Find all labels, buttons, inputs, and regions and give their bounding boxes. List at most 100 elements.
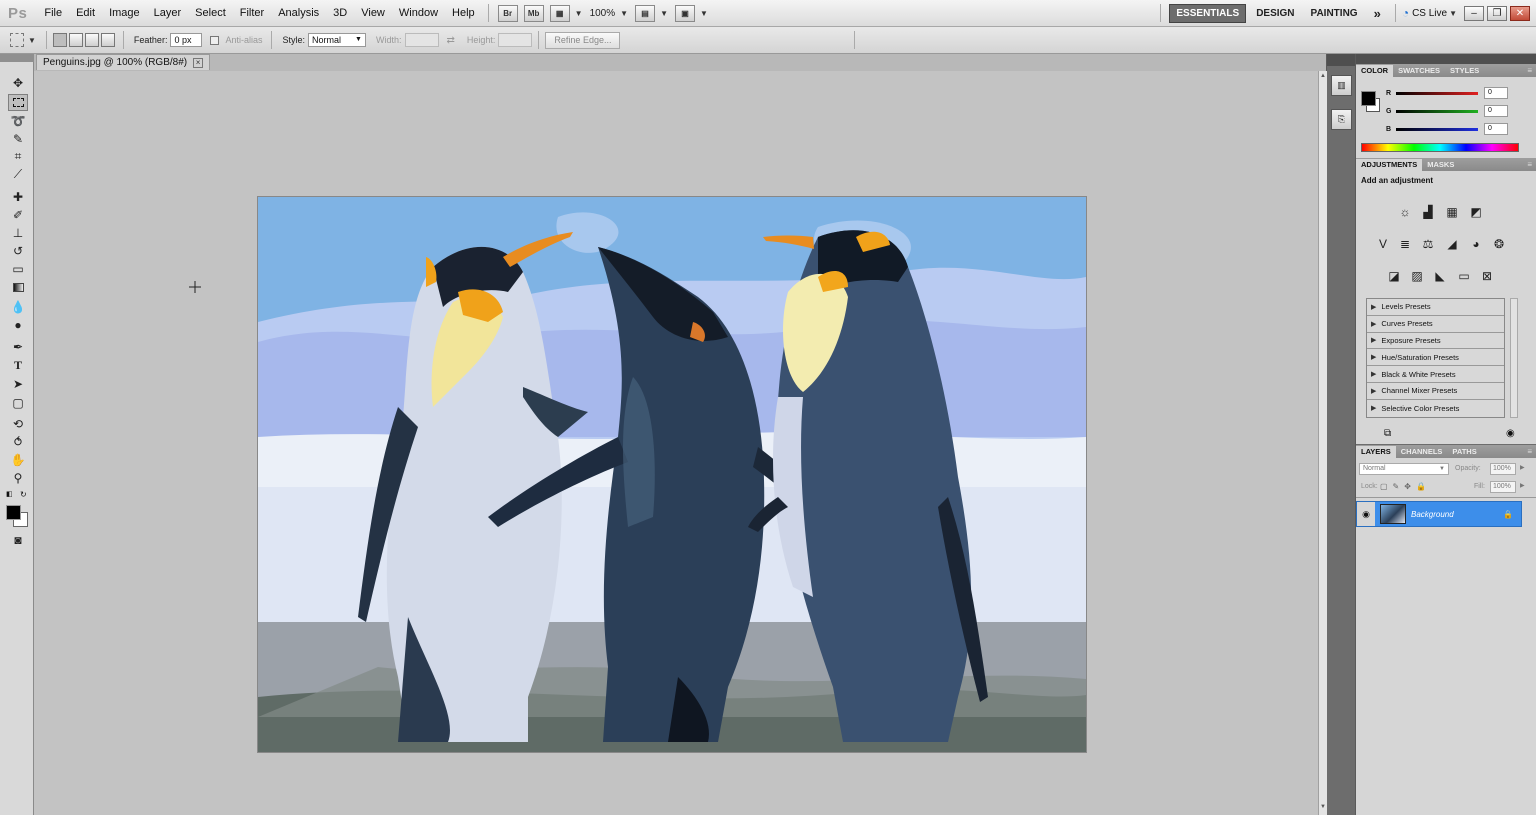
intersect-selection-icon[interactable] (100, 33, 115, 47)
menu-filter[interactable]: Filter (233, 0, 271, 27)
hand-tool-icon[interactable]: ✋ (8, 451, 28, 468)
blend-mode-select[interactable]: Normal ▼ (1359, 463, 1449, 475)
quick-mask-icon[interactable]: ◙ (8, 531, 28, 548)
chevron-down-icon[interactable]: ▼ (700, 9, 708, 18)
eyedropper-tool-icon[interactable]: ⟋ (8, 166, 28, 183)
vibrance-icon[interactable]: V (1374, 236, 1392, 252)
eraser-tool-icon[interactable]: ▭ (8, 260, 28, 277)
chevron-down-icon[interactable]: ▼ (660, 9, 668, 18)
dodge-tool-icon[interactable]: ● (8, 316, 28, 333)
bridge-icon[interactable]: Br (497, 4, 518, 22)
height-input[interactable] (498, 33, 533, 47)
mini-bridge-icon[interactable]: Mb (523, 4, 544, 22)
close-icon[interactable]: × (193, 57, 204, 68)
invert-icon[interactable]: ◪ (1385, 268, 1403, 284)
subtract-from-selection-icon[interactable] (84, 33, 99, 47)
preset-levels[interactable]: ▶ Levels Presets (1367, 299, 1504, 316)
swap-colors-icon[interactable]: ↻ (20, 490, 27, 499)
lasso-tool-icon[interactable]: ➰ (8, 112, 28, 129)
posterize-icon[interactable]: ▨ (1408, 268, 1426, 284)
photo-filter-icon[interactable]: ◕ (1467, 236, 1485, 252)
preset-channel-mixer[interactable]: ▶ Channel Mixer Presets (1367, 382, 1504, 400)
menu-layer[interactable]: Layer (147, 0, 189, 27)
tab-styles[interactable]: STYLES (1445, 65, 1484, 77)
close-button[interactable]: ✕ (1510, 5, 1530, 21)
tab-channels[interactable]: CHANNELS (1396, 446, 1448, 458)
menu-help[interactable]: Help (445, 0, 482, 27)
cs-live-icon[interactable]: ◔ (1402, 6, 1409, 20)
gradient-tool-icon[interactable] (8, 279, 28, 296)
width-input[interactable] (404, 33, 439, 47)
presets-scrollbar[interactable] (1510, 298, 1518, 418)
blue-value-input[interactable]: 0 (1484, 123, 1508, 135)
brightness-contrast-icon[interactable]: ☼ (1396, 204, 1414, 220)
document-tab[interactable]: Penguins.jpg @ 100% (RGB/8#) × (36, 54, 211, 70)
threshold-icon[interactable]: ◣ (1431, 268, 1449, 284)
menu-view[interactable]: View (354, 0, 392, 27)
workspace-painting[interactable]: PAINTING (1305, 5, 1364, 22)
curves-icon[interactable]: ▦ (1443, 204, 1461, 220)
zoom-tool-icon[interactable]: ⚲ (8, 469, 28, 486)
green-slider[interactable] (1396, 109, 1478, 113)
history-icon[interactable]: ⎘ (1331, 109, 1352, 130)
pen-tool-icon[interactable]: ✒ (8, 338, 28, 355)
blur-tool-icon[interactable]: 💧 (8, 298, 28, 315)
cs-live-button[interactable]: CS Live (1412, 8, 1447, 19)
chevron-down-icon[interactable]: ▼ (28, 36, 36, 45)
quick-selection-tool-icon[interactable]: ✎ (8, 130, 28, 147)
tab-color[interactable]: COLOR (1356, 65, 1394, 77)
blue-slider[interactable] (1396, 127, 1478, 131)
exposure-icon[interactable]: ◩ (1467, 204, 1485, 220)
feather-input[interactable]: 0 px (170, 33, 203, 47)
tab-swatches[interactable]: SWATCHES (1393, 65, 1445, 77)
fill-input[interactable]: 100% (1490, 481, 1516, 493)
menu-3d[interactable]: 3D (326, 0, 354, 27)
selective-color-icon[interactable]: ⊠ (1478, 268, 1496, 284)
panel-menu-icon[interactable]: ≡ (1527, 65, 1536, 77)
new-selection-icon[interactable] (52, 33, 67, 47)
panel-menu-icon[interactable]: ≡ (1527, 159, 1536, 171)
panel-menu-icon[interactable]: ≡ (1527, 446, 1536, 458)
tab-adjustments[interactable]: ADJUSTMENTS (1356, 159, 1423, 171)
channel-mixer-icon[interactable]: ❂ (1490, 236, 1508, 252)
foreground-color-swatch[interactable] (1361, 91, 1376, 106)
brush-tool-icon[interactable]: ✐ (8, 206, 28, 223)
red-value-input[interactable]: 0 (1484, 87, 1508, 99)
chevron-right-icon[interactable]: ▶ (1520, 464, 1525, 471)
vertical-scrollbar[interactable]: ▲ ▼ (1318, 71, 1327, 815)
hue-saturation-icon[interactable]: ≣ (1396, 236, 1414, 252)
healing-brush-tool-icon[interactable]: ✚ (8, 188, 28, 205)
document-image[interactable] (258, 197, 1086, 752)
move-tool-icon[interactable]: ✥ (8, 74, 28, 91)
red-slider[interactable] (1396, 91, 1478, 95)
chevron-down-icon[interactable]: ▼ (1449, 9, 1457, 18)
history-brush-tool-icon[interactable]: ↺ (8, 242, 28, 259)
menu-analysis[interactable]: Analysis (271, 0, 326, 27)
swap-icon[interactable]: ⇄ (447, 35, 455, 46)
tab-paths[interactable]: PATHS (1447, 446, 1481, 458)
workspace-essentials[interactable]: ESSENTIALS (1169, 3, 1247, 23)
workspace-design[interactable]: DESIGN (1250, 5, 1300, 22)
add-to-selection-icon[interactable] (68, 33, 83, 47)
green-value-input[interactable]: 0 (1484, 105, 1508, 117)
gradient-map-icon[interactable]: ▭ (1455, 268, 1473, 284)
tab-layers[interactable]: LAYERS (1356, 446, 1396, 458)
rectangle-tool-icon[interactable]: ▢ (8, 394, 28, 411)
layer-row-background[interactable]: ◉ Background 🔒 (1356, 501, 1522, 527)
clone-stamp-tool-icon[interactable]: ⊥ (8, 224, 28, 241)
style-select[interactable]: Normal ▼ (307, 33, 366, 47)
zoom-level[interactable]: 100% (587, 8, 619, 19)
type-tool-icon[interactable]: T (8, 357, 28, 374)
chevron-right-icon[interactable]: ▶ (1520, 482, 1525, 489)
levels-icon[interactable]: ▟ (1419, 204, 1437, 220)
color-balance-icon[interactable]: ⚖ (1419, 236, 1437, 252)
menu-select[interactable]: Select (188, 0, 233, 27)
crop-tool-icon[interactable]: ⌗ (8, 148, 28, 165)
more-workspaces-button[interactable]: » (1368, 3, 1387, 24)
minimize-button[interactable]: – (1464, 5, 1484, 21)
3d-orbit-tool-icon[interactable]: ⥀ (8, 433, 28, 450)
restore-button[interactable]: ❐ (1487, 5, 1507, 21)
screen-mode-icon[interactable]: ▣ (674, 4, 695, 22)
refine-edge-button[interactable]: Refine Edge... (545, 31, 621, 49)
histogram-icon[interactable]: ▥ (1331, 75, 1352, 96)
